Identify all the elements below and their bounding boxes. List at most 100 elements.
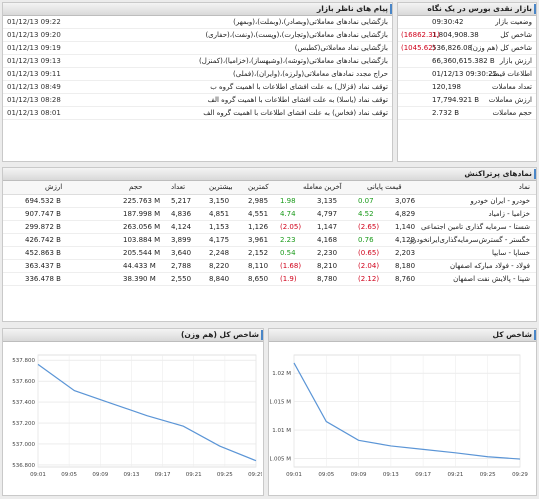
stat-value: 09:30:42: [432, 18, 464, 26]
symbol-row[interactable]: فولاد - فولاد مبارکه اصفهان 8,180 (2.04) 8,…: [3, 260, 536, 273]
panel-title: نمادهای پرتراکنش: [3, 168, 536, 181]
close-price: 4,129: [395, 236, 416, 244]
message-time: 01/12/13 09:22: [7, 18, 61, 26]
close-change: (2.65): [358, 223, 380, 231]
stat-value: 120,198: [432, 83, 461, 91]
message-time: 01/12/13 09:20: [7, 31, 61, 39]
market-stat-row: اطلاعات قیمت 01/12/13 09:30:25: [398, 68, 536, 81]
header-symbol: نماد: [518, 183, 530, 191]
stat-change: (1045.62): [401, 44, 436, 52]
panel-title: شاخص کل (هم وزن): [3, 329, 263, 342]
last-change: 0.54: [280, 249, 296, 257]
symbol-name: خساپا - سایپا: [492, 249, 530, 257]
x-tick-label: 09:13: [383, 472, 399, 478]
symbol-name: فولاد - فولاد مبارکه اصفهان: [450, 262, 530, 270]
close-price: 8,760: [395, 275, 416, 283]
close-price: 8,180: [395, 262, 416, 270]
message-row[interactable]: 01/12/13 09:13 بازگشایی نمادهای معاملاتی(…: [3, 55, 392, 68]
stat-value: 536,826.08: [432, 44, 473, 52]
messages-list: 01/12/13 09:22 بازگشایی نمادهای معاملاتی(…: [3, 16, 392, 120]
market-stat-row: وضعیت بازار 09:30:42: [398, 16, 536, 29]
panel-title: بازار نقدی بورس در یک نگاه: [398, 3, 536, 16]
symbol-row[interactable]: شستا - سرمایه گذاری تامین اجتماعی 1,140 (2…: [3, 221, 536, 234]
close-change: (2.04): [358, 262, 380, 270]
trade-value: 363.437 B: [25, 262, 61, 270]
message-row[interactable]: 01/12/13 09:19 بازگشایی نماد معاملاتی(کطب…: [3, 42, 392, 55]
message-text: توقف نماد (یاسلا) به علت افشای اطلاعات ب…: [207, 96, 388, 104]
min-price: 2,152: [248, 249, 269, 257]
message-time: 01/12/13 09:11: [7, 70, 61, 78]
x-tick-label: 09:01: [30, 472, 46, 478]
message-row[interactable]: 01/12/13 09:20 بازگشایی نمادهای معاملاتی(…: [3, 29, 392, 42]
x-tick-label: 09:09: [92, 472, 108, 478]
y-tick-label: 1.02 M: [272, 371, 291, 377]
close-change: (2.12): [358, 275, 380, 283]
message-text: بازگشایی نمادهای معاملاتی(وبصادر)،(وبملت…: [233, 18, 388, 26]
symbol-row[interactable]: خگستر - گسترش‌سرمایه‌گذاری‌ایرانخودرو 4,1…: [3, 234, 536, 247]
close-price: 1,140: [395, 223, 416, 231]
header-min: کمترین: [248, 183, 269, 191]
table-header: نماد قیمت پایانی آخرین معامله کمترین بیش…: [3, 181, 536, 195]
stat-value: 17,794.921 B: [432, 96, 480, 104]
symbol-name: شستا - سرمایه گذاری تامین اجتماعی: [421, 223, 530, 231]
x-tick-label: 09:21: [186, 472, 202, 478]
last-price: 8,780: [317, 275, 338, 283]
trade-value: 907.747 B: [25, 210, 61, 218]
stat-label: ارزش معاملات: [488, 96, 532, 104]
last-price: 4,797: [317, 210, 338, 218]
market-stat-row: شاخص کل (هم وزن) 536,826.08 (1045.62): [398, 42, 536, 55]
trade-volume: 44.433 M: [123, 262, 156, 270]
symbol-row[interactable]: خزامیا - زامیاد 4,829 4.52 4,797 4.74 4,551 4,…: [3, 208, 536, 221]
stat-label: تعداد معاملات: [491, 83, 532, 91]
trade-value: 426.742 B: [25, 236, 61, 244]
panel-title: پیام های ناظر بازار: [3, 3, 392, 16]
header-volume: حجم: [129, 183, 143, 191]
y-tick-label: 537.600: [12, 379, 35, 385]
last-change: (1.9): [280, 275, 297, 283]
x-tick-label: 09:25: [480, 472, 496, 478]
x-tick-label: 09:17: [155, 472, 171, 478]
message-row[interactable]: 01/12/13 09:11 حراج مجدد نمادهای معاملاتی…: [3, 68, 392, 81]
symbol-row[interactable]: شپنا - پالایش نفت اصفهان 8,760 (2.12) 8,780…: [3, 273, 536, 286]
last-change: (1.68): [280, 262, 302, 270]
trade-volume: 225.763 M: [123, 197, 161, 205]
max-price: 8,840: [209, 275, 230, 283]
min-price: 3,961: [248, 236, 269, 244]
x-tick-label: 09:29: [248, 472, 262, 478]
equal-weight-index-panel: شاخص کل (هم وزن) 537.800 537.600 537.400 53…: [2, 328, 264, 496]
header-count: تعداد: [171, 183, 186, 191]
y-tick-label: 537.800: [12, 358, 35, 364]
message-row[interactable]: 01/12/13 08:28 توقف نماد (یاسلا) به علت ا…: [3, 94, 392, 107]
stat-label: وضعیت بازار: [495, 18, 532, 26]
message-row[interactable]: 01/12/13 08:01 توقف نماد (فخاس) به علت اف…: [3, 107, 392, 120]
last-price: 2,230: [317, 249, 338, 257]
symbol-name: خودرو - ایران خودرو: [470, 197, 530, 205]
close-change: 0.76: [358, 236, 374, 244]
last-change: 4.74: [280, 210, 296, 218]
last-change: 2.23: [280, 236, 296, 244]
market-messages-panel: پیام های ناظر بازار 01/12/13 09:22 بازگشا…: [2, 2, 393, 162]
market-stat-row: شاخص کل 1,804,908.38 (16862.31): [398, 29, 536, 42]
stat-label: شاخص کل (هم وزن): [470, 44, 532, 52]
min-price: 2,985: [248, 197, 269, 205]
y-tick-label: 1.015 M: [270, 400, 291, 406]
last-price: 8,210: [317, 262, 338, 270]
symbol-row[interactable]: خودرو - ایران خودرو 3,076 0.07 3,135 1.98 2,9…: [3, 195, 536, 208]
max-price: 3,150: [209, 197, 230, 205]
header-last: آخرین معامله: [303, 183, 342, 191]
market-stat-row: ارزش بازار 66,360,615.382 B: [398, 55, 536, 68]
x-tick-label: 09:09: [351, 472, 367, 478]
y-tick-label: 1.005 M: [270, 456, 291, 462]
header-close: قیمت پایانی: [367, 183, 402, 191]
close-price: 4,829: [395, 210, 416, 218]
trade-count: 3,640: [171, 249, 192, 257]
trade-value: 336.478 B: [25, 275, 61, 283]
header-value: ارزش: [45, 183, 63, 191]
message-row[interactable]: 01/12/13 08:49 توقف نماد (قزلال) به علت ا…: [3, 81, 392, 94]
last-price: 3,135: [317, 197, 338, 205]
message-row[interactable]: 01/12/13 09:22 بازگشایی نمادهای معاملاتی(…: [3, 16, 392, 29]
symbol-row[interactable]: خساپا - سایپا 2,203 (0.65) 2,230 0.54 2,152 2,…: [3, 247, 536, 260]
message-text: بازگشایی نمادهای معاملاتی(وتجارت)،(وپست)…: [205, 31, 388, 39]
message-text: بازگشایی نماد معاملاتی(کطبس): [294, 44, 388, 52]
max-price: 2,248: [209, 249, 230, 257]
